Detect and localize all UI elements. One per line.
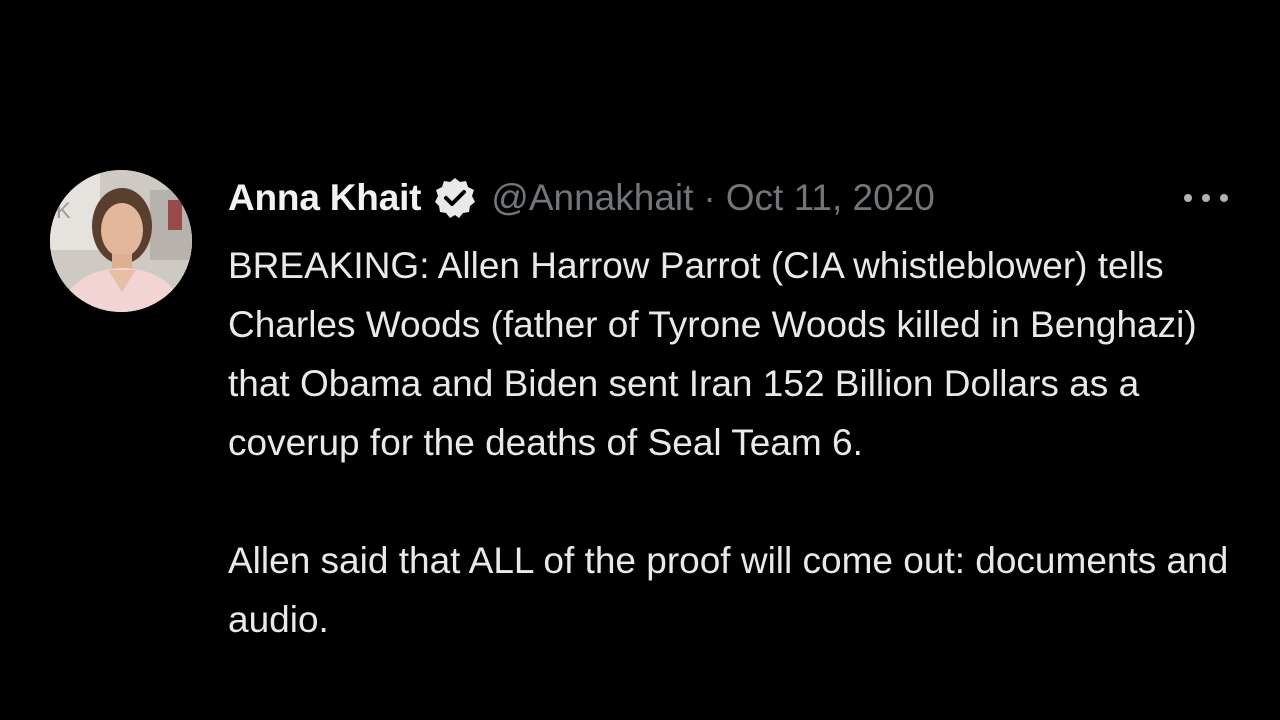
verified-badge-icon: [433, 176, 477, 220]
avatar[interactable]: K: [50, 170, 192, 312]
more-dot: [1220, 194, 1228, 202]
tweet: K Anna Khait @Annakhait · Oct 11, 2020 B…: [0, 0, 1280, 720]
header-separator: ·: [703, 177, 716, 218]
tweet-text: BREAKING: Allen Harrow Parrot (CIA whist…: [228, 236, 1248, 649]
user-handle[interactable]: @Annakhait: [491, 177, 693, 219]
svg-text:K: K: [56, 198, 71, 223]
more-options-icon[interactable]: [1184, 186, 1228, 210]
tweet-paragraph: BREAKING: Allen Harrow Parrot (CIA whist…: [228, 245, 1197, 463]
tweet-header: Anna Khait @Annakhait · Oct 11, 2020: [228, 174, 935, 222]
display-name[interactable]: Anna Khait: [228, 177, 421, 219]
more-dot: [1202, 194, 1210, 202]
more-dot: [1184, 194, 1192, 202]
tweet-date[interactable]: Oct 11, 2020: [726, 177, 935, 219]
tweet-paragraph: Allen said that ALL of the proof will co…: [228, 540, 1229, 640]
